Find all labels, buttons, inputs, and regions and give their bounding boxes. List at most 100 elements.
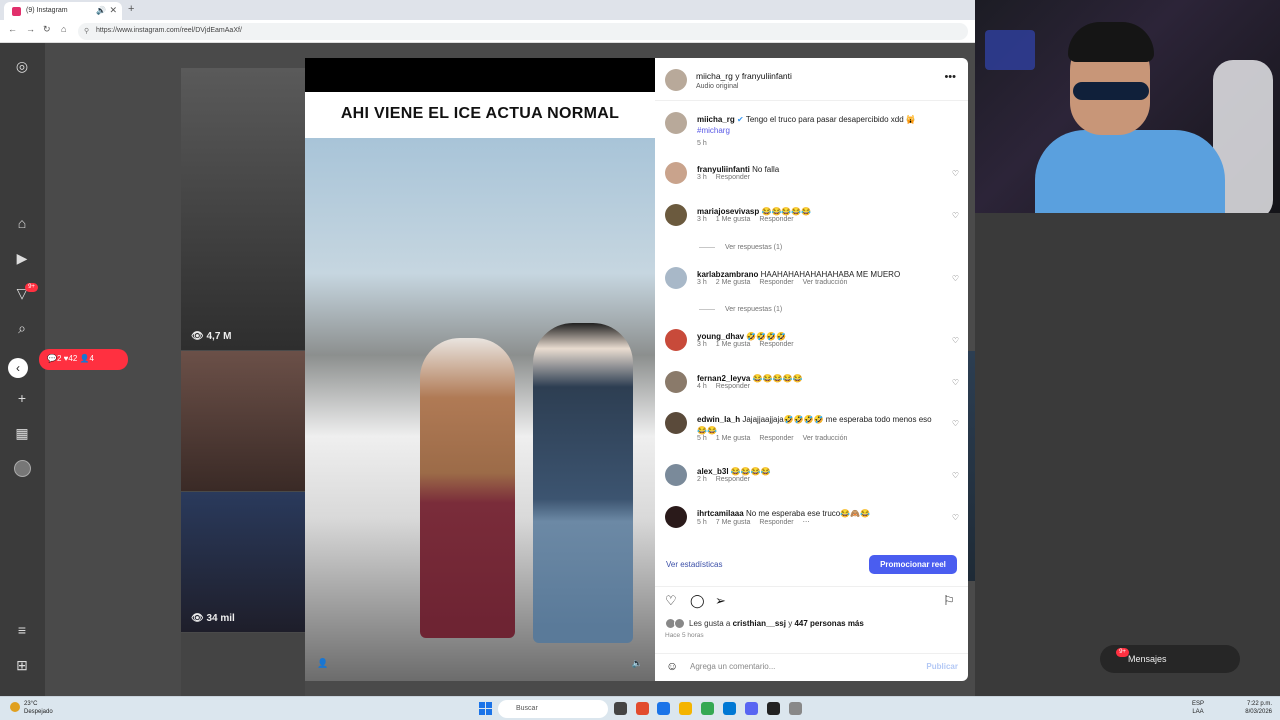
emoji-icon[interactable]: ☺: [666, 659, 678, 673]
comment-like-icon[interactable]: ♡: [952, 336, 959, 345]
commenter-avatar[interactable]: [665, 267, 687, 289]
reels-icon[interactable]: ▶: [13, 249, 31, 267]
weather-widget[interactable]: 23°C Despejado: [10, 700, 53, 716]
comment-like-icon[interactable]: ♡: [952, 211, 959, 220]
reload-icon[interactable]: ↻: [43, 24, 51, 35]
create-icon[interactable]: +: [13, 389, 31, 407]
audio-label[interactable]: Audio original: [696, 83, 738, 90]
likes-summary[interactable]: Les gusta a cristhian__ssj y 447 persona…: [689, 619, 864, 628]
commenter-username[interactable]: young_dhav: [697, 332, 744, 341]
comment-like-icon[interactable]: ♡: [952, 378, 959, 387]
input-language[interactable]: ESP LAA: [1192, 700, 1204, 716]
commenter-avatar[interactable]: [665, 412, 687, 434]
commenter-avatar[interactable]: [665, 464, 687, 486]
profile-avatar[interactable]: [14, 460, 31, 477]
share-icon[interactable]: ➢: [715, 593, 726, 609]
reply-link[interactable]: Responder: [759, 279, 793, 286]
mute-icon[interactable]: 🔈: [632, 658, 643, 669]
others-count[interactable]: 447 personas más: [794, 619, 863, 628]
settings-icon[interactable]: [789, 702, 802, 715]
author-avatar[interactable]: [665, 69, 687, 91]
instagram-logo-icon[interactable]: ◎: [13, 57, 31, 75]
clock[interactable]: 7:22 p.m. 8/03/2026: [1245, 700, 1272, 716]
file-explorer-icon[interactable]: [679, 702, 692, 715]
commenter-avatar[interactable]: [665, 162, 687, 184]
speaker-icon[interactable]: 🔊: [96, 6, 106, 15]
new-tab-button[interactable]: +: [128, 3, 134, 15]
menu-icon[interactable]: ≡: [13, 621, 31, 639]
author-username[interactable]: miicha_rg: [697, 115, 735, 124]
grid-tile[interactable]: [181, 633, 305, 696]
commenter-avatar[interactable]: [665, 371, 687, 393]
edge-icon[interactable]: [657, 702, 670, 715]
app-icon[interactable]: [636, 702, 649, 715]
commenter-username[interactable]: karlabzambrano: [697, 270, 758, 279]
reply-link[interactable]: Responder: [716, 174, 750, 181]
start-button[interactable]: [479, 702, 492, 715]
chrome-icon[interactable]: [701, 702, 714, 715]
liker-username[interactable]: cristhian__ssj: [733, 619, 786, 628]
grid-tile[interactable]: 👁 34 mil: [181, 492, 305, 632]
activity-pill[interactable]: 💬2 ♥42 👤4: [39, 349, 128, 370]
taskbar-search[interactable]: Buscar: [498, 700, 608, 718]
dashboard-icon[interactable]: ▦: [13, 424, 31, 442]
translate-link[interactable]: Ver traducción: [803, 279, 848, 286]
commenter-username[interactable]: fernan2_leyva: [697, 374, 750, 383]
comment-icon[interactable]: ◯: [690, 593, 705, 609]
translate-link[interactable]: Ver traducción: [803, 435, 848, 442]
more-options-icon[interactable]: •••: [944, 71, 956, 83]
comment-input[interactable]: Agrega un comentario...: [690, 662, 775, 671]
view-replies-link[interactable]: Ver respuestas (1): [699, 306, 782, 313]
reply-link[interactable]: Responder: [759, 519, 793, 526]
commenter-username[interactable]: edwin_la_h: [697, 415, 740, 424]
reply-link[interactable]: Responder: [759, 341, 793, 348]
commenter-username[interactable]: alex_b3l: [697, 467, 729, 476]
search-icon[interactable]: ⌕: [13, 319, 31, 337]
post-authors[interactable]: miicha_rg y franyuliinfanti: [696, 71, 792, 81]
view-replies-link[interactable]: Ver respuestas (1): [699, 244, 782, 251]
commenter-avatar[interactable]: [665, 506, 687, 528]
comment-like-icon[interactable]: ♡: [952, 274, 959, 283]
reel-video[interactable]: AHI VIENE EL ICE ACTUA NORMAL 👤 🔈: [305, 58, 655, 681]
address-bar[interactable]: ⚲ https://www.instagram.com/reel/DVjdEam…: [78, 23, 968, 40]
commenter-username[interactable]: mariajosevivasp: [697, 207, 759, 216]
comment-likes[interactable]: 7 Me gusta: [716, 519, 751, 526]
task-view-icon[interactable]: [614, 702, 627, 715]
forward-icon[interactable]: →: [26, 24, 35, 34]
publish-button[interactable]: Publicar: [926, 662, 958, 671]
comment-like-icon[interactable]: ♡: [952, 169, 959, 178]
promote-reel-button[interactable]: Promocionar reel: [869, 555, 957, 574]
app-icon[interactable]: [767, 702, 780, 715]
home-icon[interactable]: ⌂: [61, 24, 66, 34]
site-info-icon[interactable]: ⚲: [84, 27, 89, 35]
comment-like-icon[interactable]: ♡: [952, 471, 959, 480]
translate-link[interactable]: ⋯: [803, 519, 810, 526]
user-tag-icon[interactable]: 👤: [317, 658, 328, 669]
home-icon[interactable]: ⌂: [13, 214, 31, 232]
comment-likes[interactable]: 2 Me gusta: [716, 279, 751, 286]
previous-arrow-icon[interactable]: ‹: [8, 358, 28, 378]
reply-link[interactable]: Responder: [716, 383, 750, 390]
commenter-avatar[interactable]: [665, 329, 687, 351]
comment-likes[interactable]: 1 Me gusta: [716, 341, 751, 348]
comment-likes[interactable]: 1 Me gusta: [716, 435, 751, 442]
comment-like-icon[interactable]: ♡: [952, 513, 959, 522]
commenter-username[interactable]: ihrtcamilaaa: [697, 509, 744, 518]
grid-tile[interactable]: 👁 4,7 M: [181, 68, 305, 350]
browser-tab[interactable]: (9) Instagram 🔊 ✕: [4, 2, 122, 20]
back-icon[interactable]: ←: [8, 24, 17, 34]
more-apps-icon[interactable]: ⊞: [13, 656, 31, 674]
comment-likes[interactable]: 1 Me gusta: [716, 216, 751, 223]
comment-like-icon[interactable]: ♡: [952, 419, 959, 428]
author-avatar[interactable]: [665, 112, 687, 134]
hashtag-link[interactable]: #micharg: [697, 126, 730, 135]
reply-link[interactable]: Responder: [716, 476, 750, 483]
grid-tile[interactable]: [181, 351, 305, 491]
reply-link[interactable]: Responder: [759, 216, 793, 223]
reply-link[interactable]: Responder: [759, 435, 793, 442]
commenter-avatar[interactable]: [665, 204, 687, 226]
commenter-username[interactable]: franyuliinfanti: [697, 165, 750, 174]
store-icon[interactable]: [723, 702, 736, 715]
discord-icon[interactable]: [745, 702, 758, 715]
save-icon[interactable]: ⚐: [943, 593, 955, 609]
